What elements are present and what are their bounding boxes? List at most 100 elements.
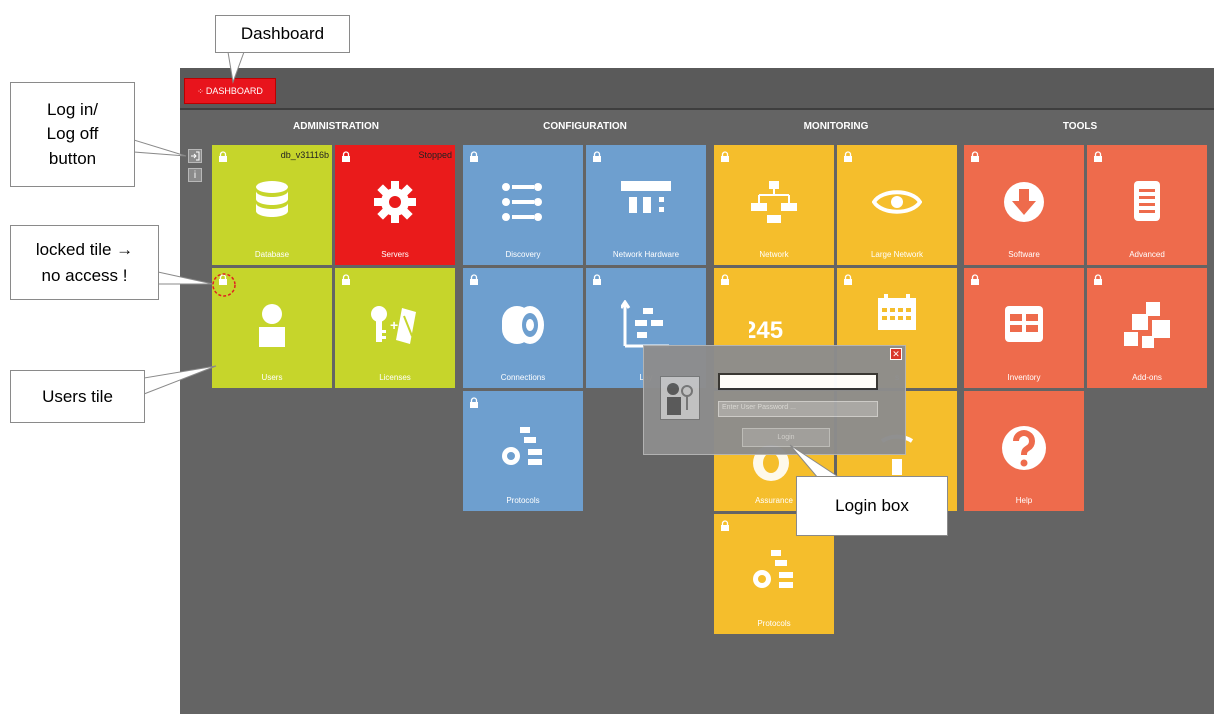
tile-large-network[interactable]: Large Network [837,145,957,265]
tile-label: Network Hardware [612,250,680,259]
login-logoff-button[interactable] [188,149,202,163]
tile-discovery[interactable]: Discovery [463,145,583,265]
tile-advanced[interactable]: Advanced [1087,145,1207,265]
counter-icon: 245 [749,317,783,344]
tile-addons[interactable]: Add-ons [1087,268,1207,388]
tile-servers[interactable]: Stopped Servers [335,145,455,265]
eye-icon [872,190,922,214]
lock-icon [721,520,729,531]
key-user-icon [667,383,693,415]
tile-label: Help [1015,496,1033,505]
tile-label: Inventory [1007,373,1041,382]
protocols-icon [502,427,542,465]
user-avatar [660,376,700,420]
database-version: db_v31116b [280,150,329,160]
lock-icon [470,274,478,285]
lock-icon [342,274,350,285]
tile-licenses[interactable]: + Licenses [335,268,455,388]
callout-locked-tile: locked tile → no access ! [10,225,159,300]
lock-icon [844,274,852,285]
tab-dashboard[interactable]: ⁘ DASHBOARD [184,78,276,104]
network-hardware-icon [621,181,671,213]
license-key-icon: + [371,306,416,344]
lock-icon [971,274,979,285]
tile-network[interactable]: Network [714,145,834,265]
close-icon: ✕ [892,348,900,359]
callout-login-box: Login box [796,476,948,536]
lock-icon [844,151,852,162]
callout-text: locked tile → [35,240,134,259]
callout-text: Log off [46,124,99,144]
callout-dashboard: Dashboard [215,15,350,53]
password-input[interactable]: Enter User Password ... [718,401,878,417]
dashboard-icon: ⁘ [197,86,204,96]
tile-label: Large Network [870,250,924,259]
tile-label: Servers [381,250,409,259]
login-button[interactable]: Login [742,428,830,447]
layers-icon [621,300,669,348]
tile-inventory[interactable]: Inventory [964,268,1084,388]
tile-software[interactable]: Software [964,145,1084,265]
tile-label: Users [261,373,283,382]
document-icon [1134,181,1160,221]
calendar-icon [878,294,916,330]
tile-network-hardware[interactable]: Network Hardware [586,145,706,265]
callout-login-logoff: Log in/ Log off button [10,82,135,187]
tab-dashboard-label: DASHBOARD [205,86,263,96]
tile-label: Discovery [505,250,541,259]
tile-label: Connections [500,373,546,382]
download-icon [1004,182,1044,222]
info-icon: i [193,169,197,181]
lock-icon [1094,274,1102,285]
lock-icon [219,274,227,285]
user-icon [259,304,285,347]
tile-help[interactable]: Help [964,391,1084,511]
svg-text:+: + [390,317,398,333]
tile-label: Protocols [757,619,791,628]
login-icon [191,151,200,161]
lock-icon [342,151,350,162]
lock-icon [219,151,227,162]
login-dialog: ✕ Enter User Password ... Login [643,345,906,455]
callout-users-tile: Users tile [10,370,145,423]
callout-text: button [48,148,97,168]
tile-connections[interactable]: Connections [463,268,583,388]
lock-icon [593,151,601,162]
callout-text: Log in/ [46,99,99,119]
tile-database[interactable]: db_v31116b Database [212,145,332,265]
tile-label: Protocols [506,496,540,505]
info-button[interactable]: i [188,168,202,182]
lock-icon [593,274,601,285]
lock-icon [1094,151,1102,162]
lock-icon [721,151,729,162]
lock-icon [470,151,478,162]
tile-label: Advanced [1129,250,1165,259]
svg-text:245: 245 [749,317,783,344]
tile-label: Database [254,250,290,259]
help-icon [1002,426,1046,470]
database-icon [256,181,288,217]
tile-label: Add-ons [1132,373,1162,382]
gear-icon [374,181,416,223]
callout-text: no access ! [41,265,128,285]
lock-icon [470,397,478,408]
section-tools: TOOLS [1062,121,1098,132]
section-administration: ADMINISTRATION [293,121,379,132]
tile-label: Software [1008,250,1040,259]
connections-icon [502,306,544,344]
tile-protocols-config[interactable]: Protocols [463,391,583,511]
close-button[interactable]: ✕ [890,348,902,360]
tile-label: Licenses [379,373,411,382]
lock-icon [721,274,729,285]
section-configuration: CONFIGURATION [543,121,627,132]
tile-users[interactable]: Users [212,268,332,388]
server-status: Stopped [418,150,452,160]
section-monitoring: MONITORING [803,121,869,132]
lock-icon [971,151,979,162]
top-bar: ⁘ DASHBOARD [180,68,1214,110]
network-icon [751,181,797,223]
username-input[interactable] [718,373,878,390]
discovery-icon [502,183,542,221]
protocols-icon [753,550,793,588]
addons-icon [1124,302,1170,348]
